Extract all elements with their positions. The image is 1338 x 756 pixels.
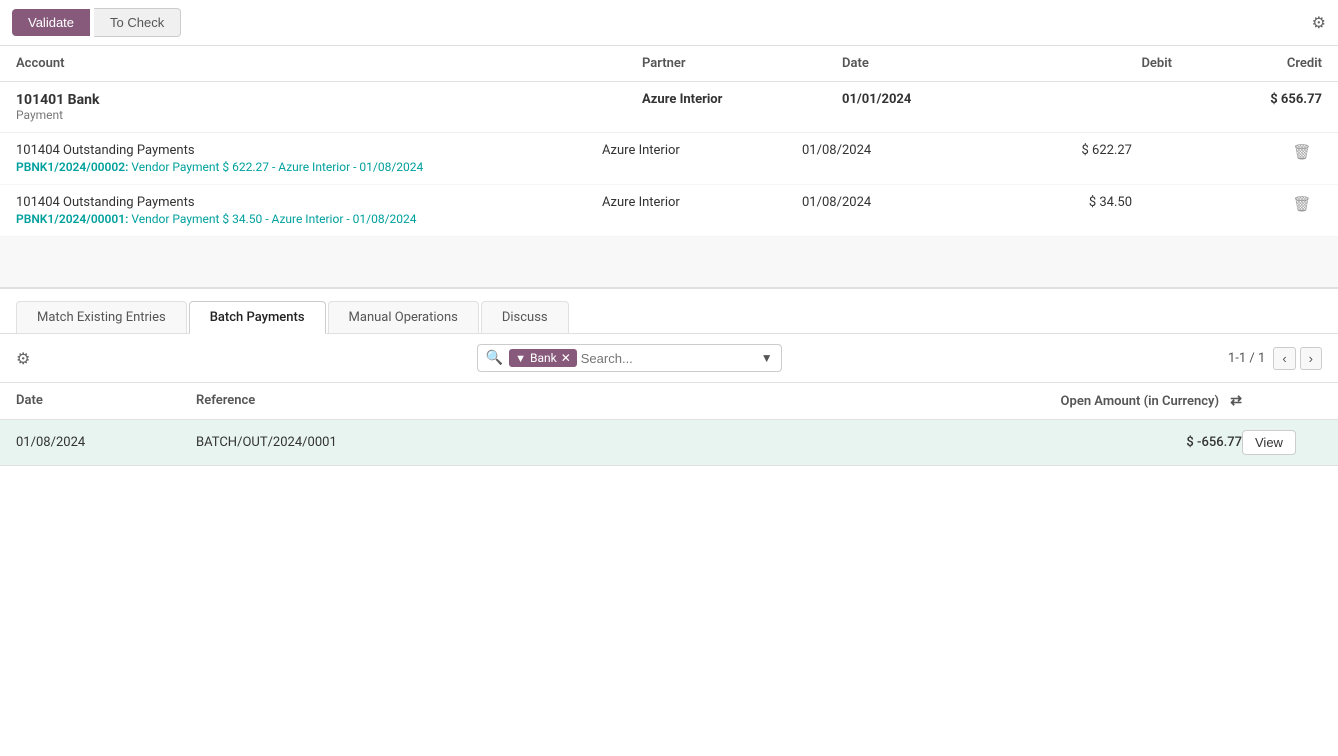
main-row-credit: $ 656.77 bbox=[1172, 92, 1322, 107]
main-entry-row: 101401 Bank Payment Azure Interior 01/01… bbox=[0, 82, 1338, 133]
pagination-prev-button[interactable]: ‹ bbox=[1273, 347, 1295, 370]
pagination: 1-1 / 1 ‹ › bbox=[1228, 347, 1322, 370]
search-toolbar-center: 🔍 ▼ Bank ✕ ▼ bbox=[30, 344, 1228, 372]
sub-row-1-debit: $ 622.27 bbox=[982, 143, 1132, 158]
sub-row-2-debit: $ 34.50 bbox=[982, 195, 1132, 210]
search-box[interactable]: 🔍 ▼ Bank ✕ ▼ bbox=[477, 344, 782, 372]
sub-row-2-partner: Azure Interior bbox=[602, 195, 802, 210]
sub-row-2-link-desc: Vendor Payment $ 34.50 - Azure Interior … bbox=[128, 212, 416, 226]
sub-row-2-link-ref[interactable]: PBNK1/2024/00001: bbox=[16, 212, 128, 226]
search-toolbar-left: ⚙ bbox=[16, 349, 30, 368]
sub-row-1: 101404 Outstanding Payments PBNK1/2024/0… bbox=[0, 133, 1338, 185]
sub-row-1-date: 01/08/2024 bbox=[802, 143, 982, 158]
search-settings-icon[interactable]: ⚙ bbox=[16, 349, 30, 368]
sub-row-1-partner: Azure Interior bbox=[602, 143, 802, 158]
sub-row-2-delete-icon[interactable]: 🗑 bbox=[1282, 195, 1322, 213]
settings-gear-icon[interactable]: ⚙ bbox=[1312, 13, 1326, 33]
filter-tag-close-icon[interactable]: ✕ bbox=[561, 351, 571, 365]
adjust-columns-icon[interactable]: ⇄ bbox=[1230, 393, 1242, 409]
sub-row-1-account: 101404 Outstanding Payments PBNK1/2024/0… bbox=[16, 143, 602, 174]
validate-button[interactable]: Validate bbox=[12, 9, 90, 36]
tab-batch-payments[interactable]: Batch Payments bbox=[189, 301, 326, 334]
header-debit: Debit bbox=[1022, 56, 1172, 71]
top-toolbar: Validate To Check ⚙ bbox=[0, 0, 1338, 46]
to-check-button[interactable]: To Check bbox=[94, 8, 181, 37]
bottom-header-action bbox=[1242, 393, 1322, 409]
table-header: Account Partner Date Debit Credit bbox=[0, 46, 1338, 82]
header-account: Account bbox=[16, 56, 642, 71]
pagination-next-button[interactable]: › bbox=[1300, 347, 1322, 370]
filter-funnel-icon: ▼ bbox=[515, 352, 526, 365]
header-credit: Credit bbox=[1172, 56, 1322, 71]
bottom-row-view-cell: View bbox=[1242, 430, 1322, 455]
bottom-header-date: Date bbox=[16, 393, 196, 409]
sub-row-1-link-ref[interactable]: PBNK1/2024/00002: bbox=[16, 160, 128, 174]
bottom-header-reference: Reference bbox=[196, 393, 992, 409]
sub-row-2: 101404 Outstanding Payments PBNK1/2024/0… bbox=[0, 185, 1338, 237]
tab-match-existing-entries[interactable]: Match Existing Entries bbox=[16, 301, 187, 333]
search-toolbar: ⚙ 🔍 ▼ Bank ✕ ▼ 1-1 / 1 ‹ › bbox=[0, 334, 1338, 383]
bottom-table-row: 01/08/2024 BATCH/OUT/2024/0001 $ -656.77… bbox=[0, 420, 1338, 466]
bottom-row-date: 01/08/2024 bbox=[16, 435, 196, 450]
pagination-info: 1-1 / 1 bbox=[1228, 351, 1265, 366]
sub-row-2-date: 01/08/2024 bbox=[802, 195, 982, 210]
sub-row-1-delete-icon[interactable]: 🗑 bbox=[1282, 143, 1322, 161]
sub-row-2-account: 101404 Outstanding Payments PBNK1/2024/0… bbox=[16, 195, 602, 226]
header-partner: Partner bbox=[642, 56, 842, 71]
search-icon: 🔍 bbox=[486, 350, 503, 366]
view-button[interactable]: View bbox=[1242, 430, 1296, 455]
bottom-table-header: Date Reference Open Amount (in Currency)… bbox=[0, 383, 1338, 420]
bottom-section: Match Existing Entries Batch Payments Ma… bbox=[0, 289, 1338, 466]
tab-discuss[interactable]: Discuss bbox=[481, 301, 569, 333]
filter-tag-bank: ▼ Bank ✕ bbox=[509, 349, 577, 367]
bottom-header-open-amount: Open Amount (in Currency) ⇄ bbox=[992, 393, 1242, 409]
toolbar-left: Validate To Check bbox=[12, 8, 181, 37]
tab-manual-operations[interactable]: Manual Operations bbox=[328, 301, 479, 333]
tabs-container: Match Existing Entries Batch Payments Ma… bbox=[0, 289, 1338, 334]
search-input[interactable] bbox=[581, 351, 757, 366]
bottom-row-open-amount: $ -656.77 bbox=[992, 435, 1242, 450]
main-row-partner: Azure Interior bbox=[642, 92, 842, 107]
header-date: Date bbox=[842, 56, 1022, 71]
sub-row-1-link-desc: Vendor Payment $ 622.27 - Azure Interior… bbox=[128, 160, 423, 174]
main-row-account: 101401 Bank Payment bbox=[16, 92, 642, 122]
bottom-row-reference: BATCH/OUT/2024/0001 bbox=[196, 435, 992, 450]
main-table-area: Account Partner Date Debit Credit 101401… bbox=[0, 46, 1338, 289]
search-dropdown-icon[interactable]: ▼ bbox=[761, 351, 773, 365]
filter-tag-label: Bank bbox=[530, 351, 557, 365]
spacer-row bbox=[0, 237, 1338, 287]
main-row-date: 01/01/2024 bbox=[842, 92, 1022, 107]
